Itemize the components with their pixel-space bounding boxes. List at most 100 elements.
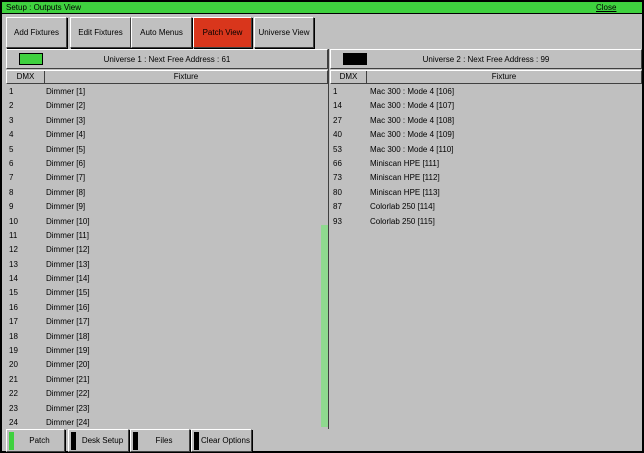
table-row[interactable]: 20 Dimmer [20] [6,358,321,372]
table-row[interactable]: 66 Miniscan HPE [111] [330,157,642,171]
table-row[interactable]: 80 Miniscan HPE [113] [330,186,642,200]
table-row[interactable]: 6 Dimmer [6] [6,157,321,171]
fixture-name-cell: Mac 300 : Mode 4 [110] [370,144,454,154]
tab-universe-view[interactable]: Universe View [254,17,314,48]
universe-1-dmx-header[interactable]: DMX [7,71,45,83]
table-row[interactable]: 24 Dimmer [24] [6,416,321,427]
fixture-name-cell: Dimmer [6] [46,158,86,168]
patch-button[interactable]: Patch [6,429,65,452]
table-row[interactable]: 12 Dimmer [12] [6,243,321,257]
table-row[interactable]: 4 Dimmer [4] [6,128,321,142]
dmx-address-cell: 53 [333,144,342,154]
table-row[interactable]: 11 Dimmer [11] [6,229,321,243]
table-row[interactable]: 23 Dimmer [23] [6,402,321,416]
table-row[interactable]: 27 Mac 300 : Mode 4 [108] [330,114,642,128]
table-row[interactable]: 15 Dimmer [15] [6,286,321,300]
dmx-address-cell: 14 [333,101,342,111]
fixture-name-cell: Dimmer [8] [46,187,86,197]
fixture-name-cell: Dimmer [4] [46,130,86,140]
fixture-name-cell: Dimmer [7] [46,173,86,183]
fixture-name-cell: Miniscan HPE [112] [370,173,440,183]
fixture-name-cell: Dimmer [23] [46,403,90,413]
table-row[interactable]: 1 Mac 300 : Mode 4 [106] [330,85,642,99]
window-title: Setup : Outputs View [6,3,82,12]
title-bar: Setup : Outputs View Close [2,2,642,14]
universe-2-patch-list[interactable]: 1 Mac 300 : Mode 4 [106] 14 Mac 300 : Mode … [330,85,642,427]
table-row[interactable]: 87 Colorlab 250 [114] [330,200,642,214]
universe-2-fixture-header[interactable]: Fixture [367,71,641,83]
table-row[interactable]: 73 Miniscan HPE [112] [330,171,642,185]
table-row[interactable]: 17 Dimmer [17] [6,315,321,329]
fixture-name-cell: Miniscan HPE [111] [370,158,440,168]
patch-indicator [9,432,14,450]
dmx-address-cell: 13 [9,259,18,269]
universe-1-scroll-thumb[interactable] [321,225,328,427]
table-row[interactable]: 16 Dimmer [16] [6,301,321,315]
fixture-name-cell: Dimmer [13] [46,259,90,269]
fixture-name-cell: Dimmer [21] [46,374,90,384]
tab-auto-menus[interactable]: Auto Menus [131,17,192,48]
panel-divider [328,49,329,429]
tab-edit-fixtures[interactable]: Edit Fixtures [70,17,131,48]
table-row[interactable]: 40 Mac 300 : Mode 4 [109] [330,128,642,142]
fixture-name-cell: Colorlab 250 [115] [370,216,435,226]
table-row[interactable]: 2 Dimmer [2] [6,99,321,113]
dmx-address-cell: 15 [9,288,18,298]
dmx-address-cell: 27 [333,115,342,125]
universe-1-scrollbar[interactable] [321,85,328,427]
table-row[interactable]: 7 Dimmer [7] [6,171,321,185]
table-row[interactable]: 9 Dimmer [9] [6,200,321,214]
table-row[interactable]: 22 Dimmer [22] [6,387,321,401]
files-indicator [133,432,138,450]
fixture-name-cell: Dimmer [24] [46,417,90,427]
fixture-name-cell: Miniscan HPE [113] [370,187,440,197]
table-row[interactable]: 93 Colorlab 250 [115] [330,215,642,229]
desk-setup-indicator [71,432,76,450]
table-row[interactable]: 18 Dimmer [18] [6,330,321,344]
fixture-name-cell: Dimmer [14] [46,274,90,284]
fixture-name-cell: Dimmer [11] [46,230,89,240]
dmx-address-cell: 66 [333,158,342,168]
table-row[interactable]: 3 Dimmer [3] [6,114,321,128]
dmx-address-cell: 4 [9,130,14,140]
table-row[interactable]: 10 Dimmer [10] [6,215,321,229]
dmx-address-cell: 80 [333,187,342,197]
fixture-name-cell: Mac 300 : Mode 4 [107] [370,101,455,111]
universe-2-dmx-header[interactable]: DMX [331,71,367,83]
table-row[interactable]: 21 Dimmer [21] [6,373,321,387]
table-row[interactable]: 14 Mac 300 : Mode 4 [107] [330,99,642,113]
universe-1-label: Universe 1 : Next Free Address : 61 [103,55,231,64]
tab-add-fixtures[interactable]: Add Fixtures [6,17,67,48]
universe-1-column-headers: DMX Fixture [6,70,328,84]
dmx-address-cell: 23 [9,403,18,413]
table-row[interactable]: 13 Dimmer [13] [6,258,321,272]
close-link[interactable]: Close [596,3,640,13]
dmx-address-cell: 11 [9,230,18,240]
desk-setup-button[interactable]: Desk Setup [68,429,129,452]
table-row[interactable]: 8 Dimmer [8] [6,186,321,200]
dmx-address-cell: 93 [333,216,342,226]
table-row[interactable]: 19 Dimmer [19] [6,344,321,358]
dmx-address-cell: 20 [9,360,18,370]
fixture-name-cell: Dimmer [1] [46,87,86,96]
fixture-name-cell: Dimmer [22] [46,389,90,399]
fixture-name-cell: Dimmer [5] [46,144,86,154]
table-row[interactable]: 5 Dimmer [5] [6,143,321,157]
fixture-name-cell: Colorlab 250 [114] [370,202,435,212]
table-row[interactable]: 1 Dimmer [1] [6,85,321,99]
fixture-name-cell: Dimmer [18] [46,331,90,341]
table-row[interactable]: 14 Dimmer [14] [6,272,321,286]
clear-options-indicator [194,432,199,450]
universe-1-patch-list[interactable]: 1 Dimmer [1] 2 Dimmer [2] 3 Dimmer [3] 4 Dimmer… [6,85,321,427]
toolbar-tabs: Add Fixtures Edit Fixtures Auto Menus Pa… [4,17,644,49]
tab-patch-view[interactable]: Patch View [193,17,252,48]
universe-1-fixture-header[interactable]: Fixture [45,71,327,83]
dmx-address-cell: 40 [333,130,342,140]
table-row[interactable]: 53 Mac 300 : Mode 4 [110] [330,143,642,157]
clear-options-button[interactable]: Clear Options [191,429,252,452]
files-button[interactable]: Files [130,429,190,452]
dmx-address-cell: 7 [9,173,14,183]
fixture-name-cell: Dimmer [3] [46,115,86,125]
dmx-address-cell: 73 [333,173,342,183]
dmx-address-cell: 18 [9,331,18,341]
